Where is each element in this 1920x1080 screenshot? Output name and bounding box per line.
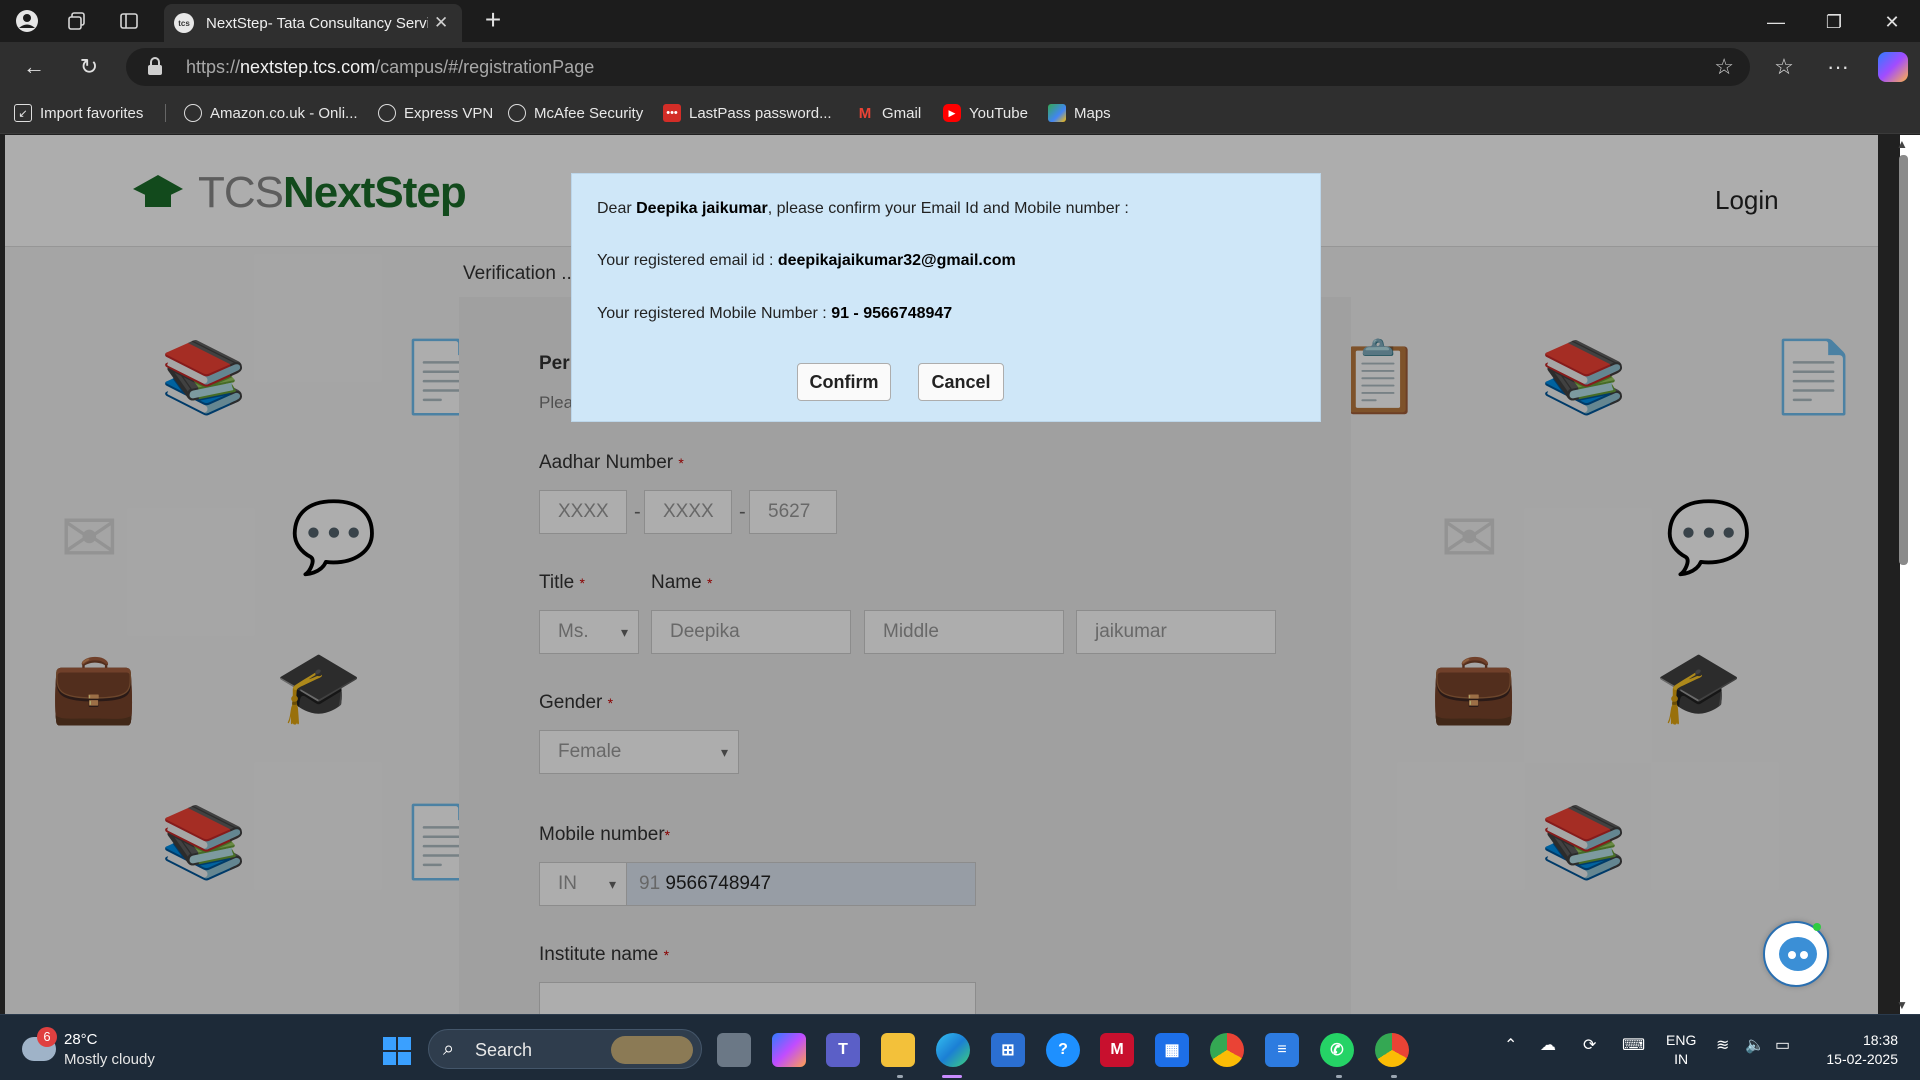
tab-title: NextStep- Tata Consultancy Servic [206, 14, 428, 32]
close-window-icon[interactable]: ✕ [1864, 4, 1920, 40]
whatsapp-icon[interactable]: ✆ [1320, 1033, 1354, 1067]
fav-lastpass[interactable]: ••• LastPass password... [663, 102, 832, 124]
active-app-indicator [942, 1075, 962, 1078]
task-view-icon[interactable] [717, 1033, 751, 1067]
confirm-dialog: Dear Deepika jaikumar, please confirm yo… [571, 173, 1321, 422]
search-icon: ⌕ [443, 1038, 455, 1060]
sync-icon[interactable]: ⟳ [1583, 1035, 1596, 1055]
scroll-down-icon[interactable]: ▼ [1896, 998, 1908, 1012]
favorite-star-icon[interactable]: ☆ [1714, 54, 1734, 80]
keyboard-icon[interactable]: ⌨ [1622, 1035, 1645, 1055]
globe-icon [508, 104, 526, 122]
wifi-icon[interactable]: ≋ [1716, 1035, 1729, 1055]
teams-icon[interactable]: T [826, 1033, 860, 1067]
dialog-email-line: Your registered email id : deepikajaikum… [597, 252, 1016, 269]
globe-icon [378, 104, 396, 122]
chrome-profile-icon[interactable] [1375, 1033, 1409, 1067]
fav-maps[interactable]: Maps [1048, 102, 1111, 124]
mcafee-icon[interactable]: M [1100, 1033, 1134, 1067]
fav-express-vpn[interactable]: Express VPN [378, 102, 493, 124]
weather-description[interactable]: Mostly cloudy [64, 1051, 155, 1068]
dialog-greeting: Dear Deepika jaikumar, please confirm yo… [597, 200, 1129, 217]
gmail-icon: M [858, 104, 872, 122]
back-icon[interactable]: ← [18, 52, 50, 82]
store-icon[interactable]: ⊞ [991, 1033, 1025, 1067]
lastpass-icon: ••• [663, 104, 681, 122]
more-options-icon[interactable]: ··· [1822, 52, 1854, 82]
help-icon[interactable]: ? [1046, 1033, 1080, 1067]
edge-icon[interactable] [936, 1033, 970, 1067]
restore-icon[interactable]: ❐ [1806, 4, 1862, 40]
windows-start-icon[interactable] [383, 1037, 411, 1065]
temperature[interactable]: 28°C [64, 1031, 98, 1048]
system-clock[interactable]: 18:38 15-02-2025 [1818, 1031, 1898, 1069]
scroll-up-icon[interactable]: ▲ [1896, 137, 1908, 151]
globe-icon [184, 104, 202, 122]
language-indicator[interactable]: ENG IN [1666, 1031, 1696, 1069]
fav-youtube[interactable]: ▶ YouTube [943, 102, 1028, 124]
taskbar-search[interactable]: ⌕ Search [428, 1029, 702, 1069]
import-icon: ↙ [14, 104, 32, 122]
fav-mcafee[interactable]: McAfee Security [508, 102, 643, 124]
page-viewport: TCSNextStep Login 📚 📄 ✉ 💬 💼 🎓 📚 📄 📚 📄 ✉ … [5, 135, 1878, 1014]
onedrive-icon[interactable]: ☁ [1540, 1035, 1556, 1055]
chevron-up-icon[interactable]: ⌃ [1504, 1035, 1517, 1055]
favorites-icon[interactable]: ☆ [1768, 52, 1800, 82]
dialog-mobile-line: Your registered Mobile Number : 91 - 956… [597, 305, 953, 322]
search-highlight-icon [611, 1036, 693, 1064]
address-bar[interactable]: https://nextstep.tcs.com/campus/#/regist… [126, 48, 1750, 86]
fav-import-favorites[interactable]: ↙ Import favorites [14, 102, 143, 124]
tab-nextstep[interactable]: tcs NextStep- Tata Consultancy Servic ✕ [164, 4, 462, 42]
close-tab-icon[interactable]: ✕ [434, 13, 448, 33]
tcs-favicon-icon: tcs [174, 13, 194, 33]
running-indicator [1391, 1075, 1397, 1078]
youtube-icon: ▶ [943, 104, 961, 122]
cancel-button[interactable]: Cancel [918, 363, 1004, 401]
reload-icon[interactable]: ↻ [73, 52, 105, 82]
address-toolbar: ← ↻ https://nextstep.tcs.com/campus/#/re… [0, 42, 1920, 92]
favorites-bar: ↙ Import favorites Amazon.co.uk - Onli...… [0, 92, 1920, 134]
url-text: https://nextstep.tcs.com/campus/#/regist… [186, 57, 595, 77]
running-indicator [1336, 1075, 1342, 1078]
fav-gmail[interactable]: M Gmail [856, 102, 921, 124]
copilot-app-icon[interactable] [772, 1033, 806, 1067]
notepad-icon[interactable]: ≡ [1265, 1033, 1299, 1067]
maps-icon [1048, 104, 1066, 122]
browser-tab-bar: tcs NextStep- Tata Consultancy Servic ✕ … [0, 0, 1920, 42]
confirm-button[interactable]: Confirm [797, 363, 891, 401]
copilot-icon[interactable] [1878, 52, 1908, 82]
running-indicator [897, 1075, 903, 1078]
calendar-icon[interactable]: ▦ [1155, 1033, 1189, 1067]
favorites-divider [165, 104, 166, 122]
workspaces-icon[interactable] [62, 6, 92, 36]
chrome-icon[interactable] [1210, 1033, 1244, 1067]
volume-icon[interactable]: 🔈 [1745, 1035, 1765, 1055]
weather-badge: 6 [37, 1027, 57, 1047]
windows-taskbar: 6 28°C Mostly cloudy ⌕ Search T ⊞ ? M ▦ … [0, 1014, 1920, 1080]
lock-icon[interactable] [148, 57, 162, 75]
fav-amazon[interactable]: Amazon.co.uk - Onli... [184, 102, 358, 124]
profile-icon[interactable] [12, 6, 42, 36]
new-tab-icon[interactable]: + [478, 6, 508, 36]
file-explorer-icon[interactable] [881, 1033, 915, 1067]
vertical-tabs-icon[interactable] [114, 6, 144, 36]
battery-icon[interactable]: ▭ [1775, 1035, 1790, 1055]
chatbot-icon[interactable] [1763, 921, 1829, 987]
scrollbar-thumb[interactable] [1899, 155, 1908, 565]
minimize-icon[interactable]: — [1748, 4, 1804, 40]
